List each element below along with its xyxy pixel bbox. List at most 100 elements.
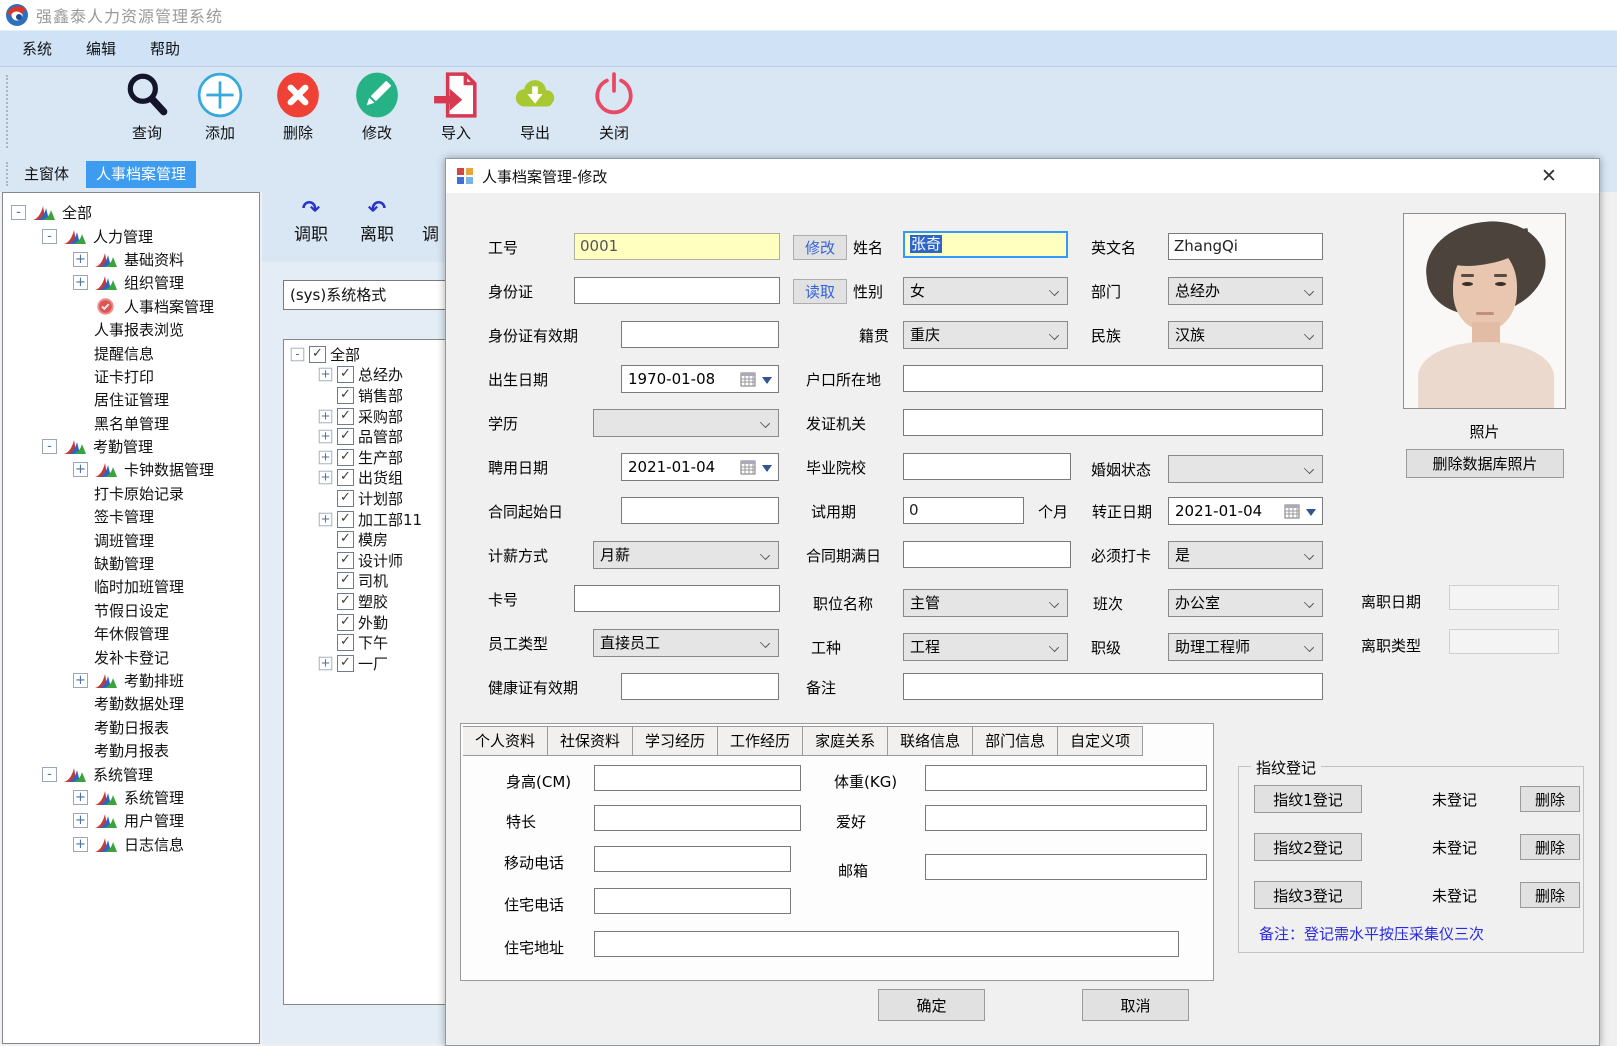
toolbar-add-button[interactable]: 添加 bbox=[188, 71, 252, 143]
detail-tab[interactable]: 工作经历 bbox=[718, 726, 803, 756]
hire-date-picker[interactable]: 2021-01-04 bbox=[621, 453, 779, 481]
checkbox-checked-icon[interactable] bbox=[337, 614, 354, 631]
tree-expander-icon[interactable] bbox=[73, 813, 88, 828]
modify-button[interactable]: 修改 bbox=[793, 235, 847, 260]
checkbox-checked-icon[interactable] bbox=[309, 346, 326, 363]
position-select[interactable]: 主管 bbox=[903, 589, 1068, 617]
read-button[interactable]: 读取 bbox=[793, 279, 847, 304]
checkbox-checked-icon[interactable] bbox=[337, 655, 354, 672]
pay-method-select[interactable]: 月薪 bbox=[593, 541, 779, 569]
checkbox-checked-icon[interactable] bbox=[337, 428, 354, 445]
probation-input[interactable]: 0 bbox=[903, 497, 1024, 524]
tree-expander-icon[interactable] bbox=[42, 229, 57, 244]
detail-tab[interactable]: 自定义项 bbox=[1058, 726, 1143, 756]
tree-expander-icon[interactable] bbox=[319, 512, 333, 526]
nav-tree-item[interactable]: 发补卡登记 bbox=[3, 645, 259, 668]
native-place-select[interactable]: 重庆 bbox=[903, 321, 1068, 349]
name-input[interactable]: 张奇 bbox=[903, 231, 1068, 258]
cancel-button[interactable]: 取消 bbox=[1082, 989, 1189, 1021]
nav-tree-item[interactable]: 组织管理 bbox=[3, 271, 259, 294]
en-name-input[interactable]: ZhangQi bbox=[1168, 233, 1323, 260]
emp-no-input[interactable]: 0001 bbox=[574, 233, 780, 260]
nav-tree-item[interactable]: 考勤月报表 bbox=[3, 739, 259, 762]
checkbox-checked-icon[interactable] bbox=[337, 531, 354, 548]
tree-expander-icon[interactable] bbox=[73, 837, 88, 852]
fingerprint-delete-button[interactable]: 删除 bbox=[1520, 786, 1580, 812]
nav-tree-item[interactable]: 居住证管理 bbox=[3, 388, 259, 411]
checkbox-checked-icon[interactable] bbox=[337, 593, 354, 610]
tree-expander-icon[interactable] bbox=[291, 348, 305, 362]
email-input[interactable] bbox=[925, 854, 1207, 880]
nav-tree-item[interactable]: 考勤管理 bbox=[3, 435, 259, 458]
detail-tab[interactable]: 部门信息 bbox=[973, 726, 1058, 756]
tree-expander-icon[interactable] bbox=[73, 252, 88, 267]
nav-tree-item[interactable]: 黑名单管理 bbox=[3, 412, 259, 435]
fingerprint-delete-button[interactable]: 删除 bbox=[1520, 882, 1580, 908]
checkbox-checked-icon[interactable] bbox=[337, 552, 354, 569]
nav-tree-item[interactable]: 考勤数据处理 bbox=[3, 692, 259, 715]
nav-tree-item[interactable]: 提醒信息 bbox=[3, 341, 259, 364]
tree-expander-icon[interactable] bbox=[319, 471, 333, 485]
nav-tree-item[interactable]: 考勤排班 bbox=[3, 669, 259, 692]
tab-personnel-file[interactable]: 人事档案管理 bbox=[86, 161, 196, 188]
toolbar-delete-button[interactable]: 删除 bbox=[266, 71, 330, 143]
nav-tree-item[interactable]: 节假日设定 bbox=[3, 599, 259, 622]
work-type-select[interactable]: 工程 bbox=[903, 633, 1068, 661]
third-button-partial[interactable]: . 调 bbox=[422, 200, 439, 245]
checkbox-checked-icon[interactable] bbox=[337, 572, 354, 589]
nav-tree-item[interactable]: 系统管理 bbox=[3, 786, 259, 809]
hobby-input[interactable] bbox=[925, 805, 1207, 831]
tab-main-window[interactable]: 主窗体 bbox=[14, 161, 79, 188]
tree-expander-icon[interactable] bbox=[319, 430, 333, 444]
tree-expander-icon[interactable] bbox=[11, 205, 26, 220]
transfer-button[interactable]: ↷ 调职 bbox=[294, 200, 328, 245]
tabrow-grip[interactable] bbox=[6, 162, 9, 186]
resign-button[interactable]: ↶ 离职 bbox=[360, 200, 394, 245]
detail-tab[interactable]: 联络信息 bbox=[888, 726, 973, 756]
nav-tree-item[interactable]: 日志信息 bbox=[3, 833, 259, 856]
contract-end-input[interactable] bbox=[903, 541, 1071, 568]
nav-tree-item[interactable]: 证卡打印 bbox=[3, 365, 259, 388]
tree-expander-icon[interactable] bbox=[73, 275, 88, 290]
checkbox-checked-icon[interactable] bbox=[337, 366, 354, 383]
detail-tab[interactable]: 社保资料 bbox=[548, 726, 633, 756]
school-input[interactable] bbox=[903, 453, 1071, 480]
gender-select[interactable]: 女 bbox=[903, 277, 1068, 305]
tree-expander-icon[interactable] bbox=[42, 439, 57, 454]
checkbox-checked-icon[interactable] bbox=[337, 387, 354, 404]
contract-start-input[interactable] bbox=[621, 497, 779, 524]
nav-tree-item[interactable]: 卡钟数据管理 bbox=[3, 458, 259, 481]
tree-expander-icon[interactable] bbox=[73, 790, 88, 805]
tree-expander-icon[interactable] bbox=[319, 451, 333, 465]
household-input[interactable] bbox=[903, 365, 1323, 392]
nav-tree-item[interactable]: 人事报表浏览 bbox=[3, 318, 259, 341]
tree-expander-icon[interactable] bbox=[319, 656, 333, 670]
nav-tree-item[interactable]: 基础资料 bbox=[3, 248, 259, 271]
mobile-input[interactable] bbox=[594, 846, 791, 872]
fingerprint-register-button[interactable]: 指纹3登记 bbox=[1254, 881, 1362, 909]
toolbar-close-button[interactable]: 关闭 bbox=[582, 71, 646, 143]
card-no-input[interactable] bbox=[574, 585, 780, 612]
specialty-input[interactable] bbox=[594, 805, 801, 831]
nav-tree-item[interactable]: 全部 bbox=[3, 201, 259, 224]
shift-select[interactable]: 办公室 bbox=[1168, 589, 1323, 617]
nav-tree-item[interactable]: 系统管理 bbox=[3, 762, 259, 785]
remark-input[interactable] bbox=[903, 673, 1323, 700]
nav-tree-item[interactable]: 临时加班管理 bbox=[3, 575, 259, 598]
nav-tree-item[interactable]: 打卡原始记录 bbox=[3, 482, 259, 505]
checkbox-checked-icon[interactable] bbox=[337, 408, 354, 425]
nav-tree-item[interactable]: 调班管理 bbox=[3, 528, 259, 551]
weight-input[interactable] bbox=[925, 765, 1207, 791]
tree-expander-icon[interactable] bbox=[73, 673, 88, 688]
menu-item[interactable]: 帮助 bbox=[150, 38, 180, 59]
regular-date-picker[interactable]: 2021-01-04 bbox=[1168, 497, 1323, 525]
checkbox-checked-icon[interactable] bbox=[337, 511, 354, 528]
home-phone-input[interactable] bbox=[594, 888, 791, 914]
tree-expander-icon[interactable] bbox=[319, 409, 333, 423]
detail-tab[interactable]: 学习经历 bbox=[633, 726, 718, 756]
must-punch-select[interactable]: 是 bbox=[1168, 541, 1323, 569]
health-cert-input[interactable] bbox=[621, 673, 779, 700]
toolbar-export-button[interactable]: 导出 bbox=[503, 71, 567, 143]
id-valid-input[interactable] bbox=[621, 321, 779, 348]
menu-item[interactable]: 系统 bbox=[22, 38, 52, 59]
